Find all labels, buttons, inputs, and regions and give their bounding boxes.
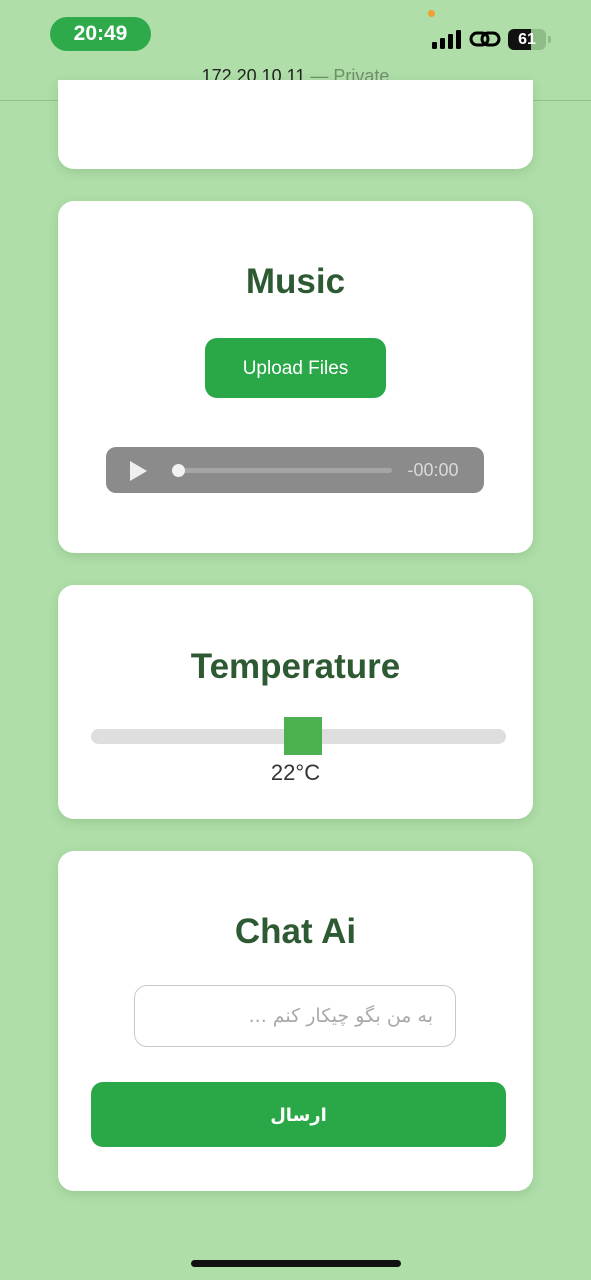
send-button[interactable]: ارسال <box>91 1082 506 1147</box>
signal-bars-icon <box>432 30 461 49</box>
upload-files-button[interactable]: Upload Files <box>205 338 386 398</box>
chat-title: Chat Ai <box>234 912 357 951</box>
music-title: Music <box>245 262 346 301</box>
play-icon[interactable] <box>130 461 147 481</box>
audio-progress-thumb[interactable] <box>172 464 185 477</box>
temperature-value: 22°C <box>270 760 321 785</box>
privacy-indicator-dot <box>428 10 435 17</box>
battery-icon: 61 <box>508 29 552 50</box>
previous-card <box>58 80 533 169</box>
audio-progress-track[interactable] <box>172 468 392 473</box>
status-bar: 20:49 61 <box>0 0 591 56</box>
home-indicator[interactable] <box>191 1260 401 1267</box>
personal-hotspot-icon <box>469 31 501 47</box>
battery-percent: 61 <box>518 31 536 48</box>
chat-card: Chat Ai ارسال <box>58 851 533 1191</box>
audio-player: -00:00 <box>106 447 484 493</box>
temperature-slider-thumb[interactable] <box>283 717 322 755</box>
music-card: Music Upload Files -00:00 <box>58 201 533 553</box>
temperature-title: Temperature <box>190 647 401 686</box>
status-time[interactable]: 20:49 <box>50 17 151 51</box>
chat-input[interactable] <box>134 985 456 1047</box>
temperature-card: Temperature 22°C <box>58 585 533 819</box>
audio-time-remaining: -00:00 <box>407 460 459 480</box>
